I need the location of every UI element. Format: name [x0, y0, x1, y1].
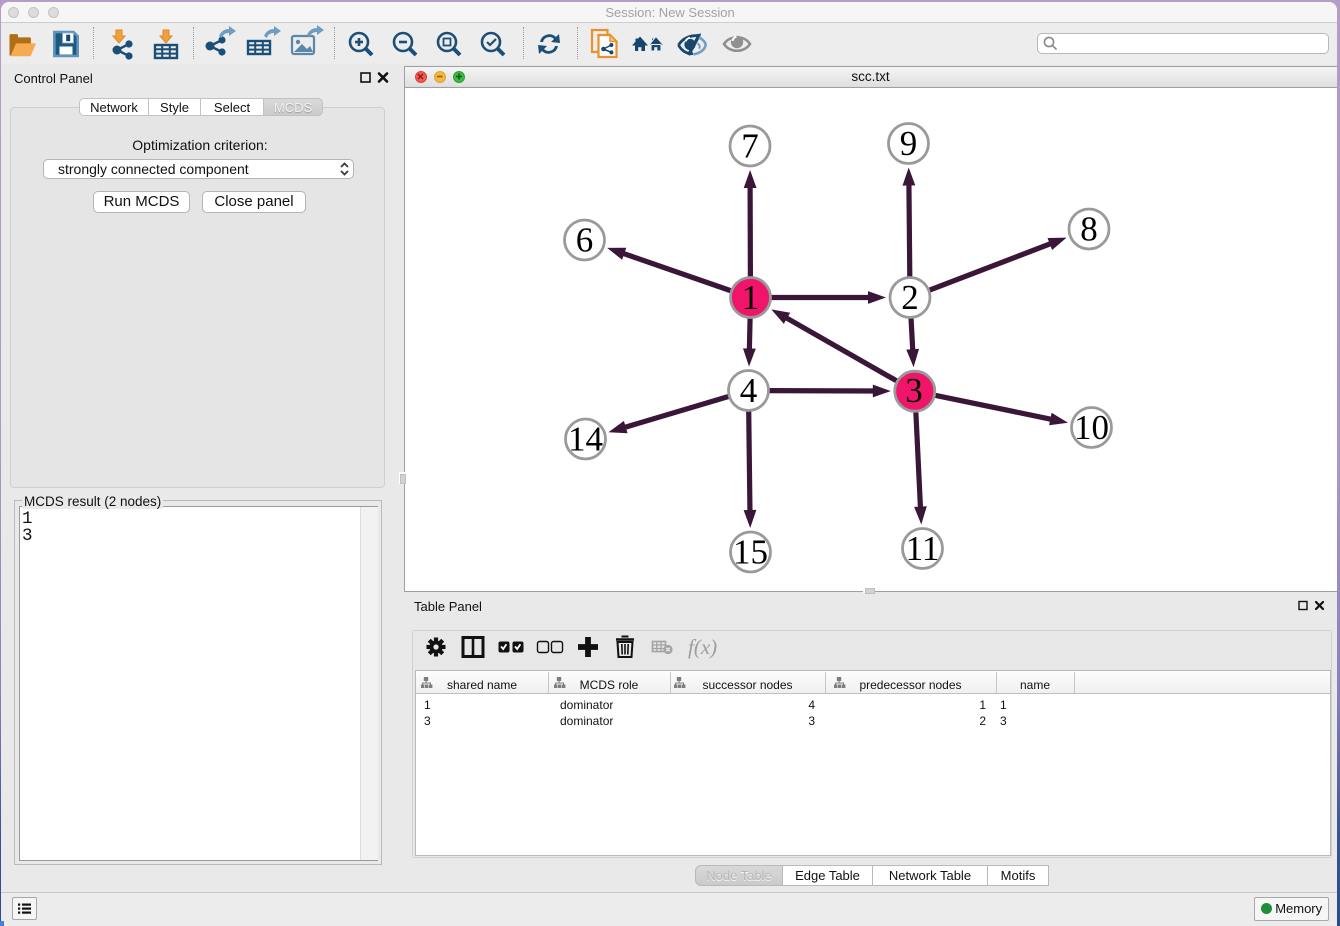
svg-text:14: 14 [568, 420, 603, 459]
svg-text:4: 4 [740, 371, 758, 410]
svg-text:9: 9 [900, 124, 918, 163]
svg-text:11: 11 [906, 529, 940, 568]
svg-text:8: 8 [1080, 210, 1098, 249]
svg-text:f(x): f(x) [688, 635, 717, 659]
svg-text:2: 2 [901, 278, 919, 317]
svg-text:1: 1 [742, 278, 760, 317]
svg-text:6: 6 [576, 221, 594, 260]
svg-text:10: 10 [1074, 408, 1109, 447]
svg-text:7: 7 [741, 127, 759, 166]
svg-text:3: 3 [905, 371, 923, 410]
svg-text:15: 15 [733, 533, 768, 572]
